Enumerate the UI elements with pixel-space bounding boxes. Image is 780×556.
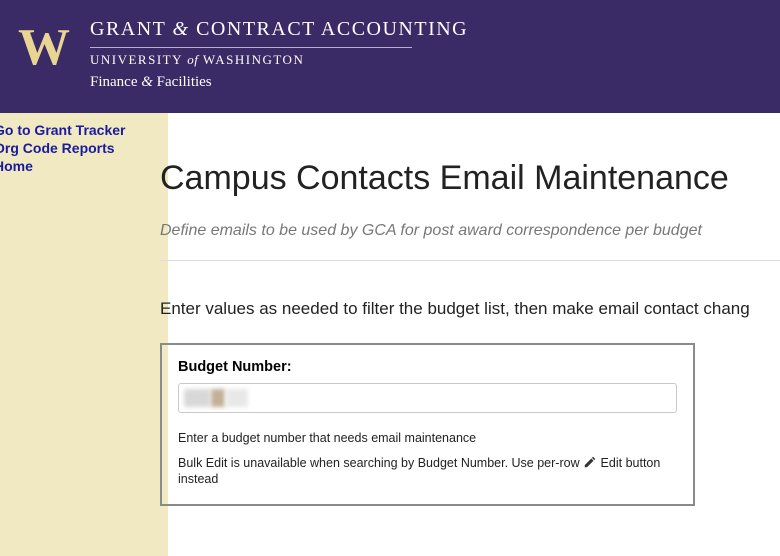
header: W GRANT & CONTRACT ACCOUNTING UNIVERSITY… xyxy=(0,0,780,113)
subunit-pre: Finance xyxy=(90,74,141,90)
sidebar-item-home[interactable]: Home xyxy=(0,157,168,175)
univ-of: of xyxy=(187,52,198,67)
univ-pre: UNIVERSITY xyxy=(90,52,187,67)
header-text-block: GRANT & CONTRACT ACCOUNTING UNIVERSITY o… xyxy=(90,18,468,91)
bulk-note-pre: Bulk Edit is unavailable when searching … xyxy=(178,456,583,470)
filter-panel: Budget Number: Enter a budget number tha… xyxy=(160,343,695,506)
subunit-name: Finance & Facilities xyxy=(90,74,468,91)
pencil-icon xyxy=(583,455,597,472)
redacted-value xyxy=(184,389,248,407)
budget-number-input[interactable] xyxy=(178,383,677,413)
sidebar-item-grant-tracker[interactable]: Go to Grant Tracker xyxy=(0,121,168,139)
dept-title-amp: & xyxy=(173,18,190,40)
dept-title-pre: GRANT xyxy=(90,18,173,40)
header-divider xyxy=(90,47,412,48)
content-divider xyxy=(160,260,780,261)
dept-title-post: CONTRACT ACCOUNTING xyxy=(190,18,469,40)
budget-number-label: Budget Number: xyxy=(178,359,677,375)
uw-logo: W xyxy=(18,18,68,74)
sidebar-item-org-code-reports[interactable]: Org Code Reports xyxy=(0,139,168,157)
main-content: Campus Contacts Email Maintenance Define… xyxy=(160,113,780,556)
subunit-amp: & xyxy=(141,74,153,90)
subunit-post: Facilities xyxy=(153,74,212,90)
university-name: UNIVERSITY of WASHINGTON xyxy=(90,52,468,68)
sidebar: Go to Grant Tracker Org Code Reports Hom… xyxy=(0,113,168,556)
univ-post: WASHINGTON xyxy=(198,52,304,67)
page-title: Campus Contacts Email Maintenance xyxy=(160,159,780,198)
bulk-edit-note: Bulk Edit is unavailable when searching … xyxy=(178,455,677,486)
page-subtitle: Define emails to be used by GCA for post… xyxy=(160,222,780,240)
instruction-text: Enter values as needed to filter the bud… xyxy=(160,299,780,319)
department-title: GRANT & CONTRACT ACCOUNTING xyxy=(90,18,468,41)
budget-number-hint: Enter a budget number that needs email m… xyxy=(178,431,677,445)
